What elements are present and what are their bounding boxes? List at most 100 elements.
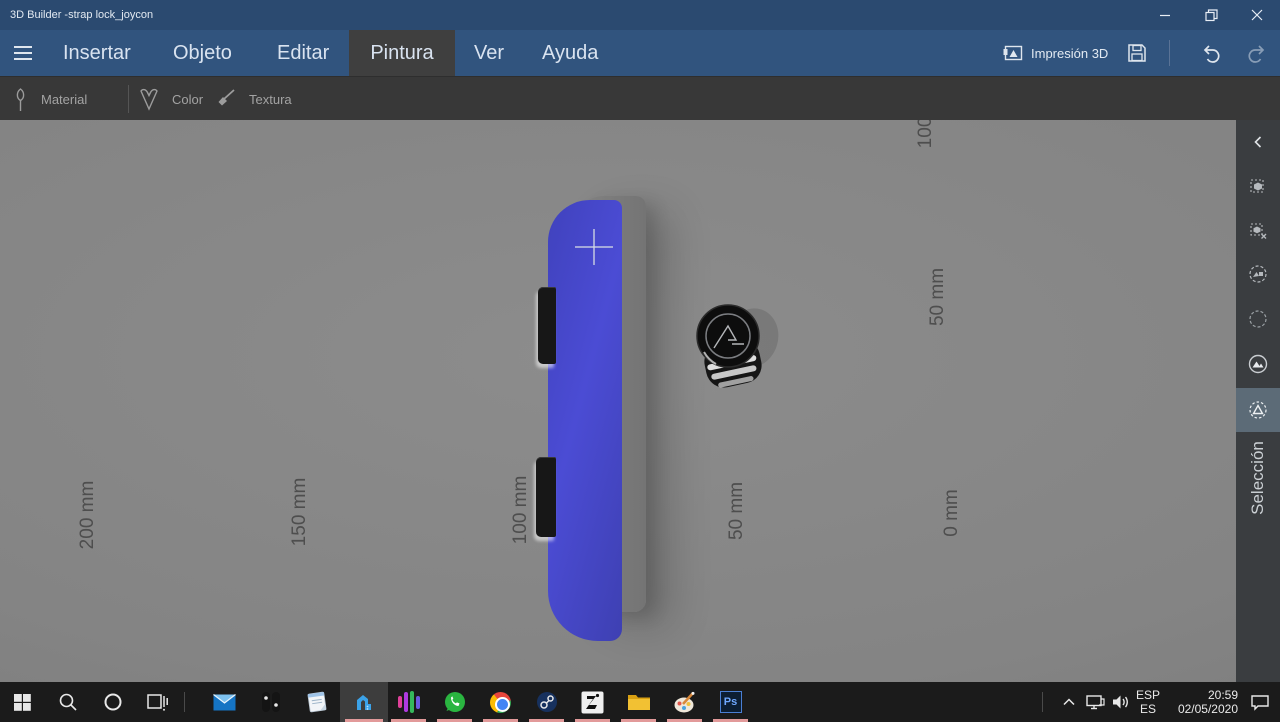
taskbar-app-media[interactable] [386,682,431,722]
taskbar-app-photoshop[interactable]: Ps [708,682,753,722]
tray-show-hidden-button[interactable] [1056,682,1082,722]
menu-item-ayuda[interactable]: Ayuda [542,30,598,76]
axis-label-50mm-right: 50 mm [927,267,948,327]
tray-clock[interactable]: 20:59 02/05/2020 [1166,682,1238,722]
color-label: Color [172,91,204,107]
mail-app-icon [213,693,236,710]
selection-sidebar: Selección [1236,120,1280,682]
joycon-rail-button-top[interactable] [538,287,556,364]
menu-item-pintura-active[interactable]: Pintura [349,30,455,76]
cortana-icon [104,693,121,711]
media-app-icon [397,690,420,714]
minimize-icon [1160,14,1170,17]
network-icon [1086,695,1105,710]
tray-language-selector[interactable]: ESP ES [1132,682,1164,722]
steam-app-icon [536,692,557,712]
tray-volume-button[interactable] [1106,682,1134,722]
notepad-app-icon [307,691,326,713]
taskbar-app-notepad[interactable] [294,682,339,722]
taskbar-search-button[interactable] [45,682,90,722]
photoshop-label: Ps [723,696,738,708]
photoshop-app-icon: Ps [719,691,742,713]
hamburger-menu-button[interactable] [12,44,34,62]
taskbar-app-steam[interactable] [524,682,569,722]
select-all-cubes-icon [1249,178,1264,193]
paint-toolbar: Material Color Textura [0,76,1280,120]
taskbar-app-paint-3d[interactable] [662,682,707,722]
joycon-model-blue-face[interactable] [548,200,622,641]
paint-selected-tool[interactable] [1236,346,1280,382]
joycon-rail-button-bottom[interactable] [536,457,556,537]
taskbar-app-whatsapp[interactable] [432,682,477,722]
triangle-selection-tool-selected[interactable] [1236,388,1280,432]
deselect-cubes-icon [1249,222,1266,239]
toolbar-separator [128,85,129,113]
floor-label-0mm: 0 mm [941,489,962,537]
material-label: Material [41,91,88,107]
collapse-panel-button[interactable] [1236,124,1280,160]
close-button[interactable] [1234,0,1280,30]
color-button[interactable]: Color [138,77,203,121]
empty-selection-tool[interactable] [1236,301,1280,337]
empty-circle-icon [1249,310,1267,328]
action-center-button[interactable] [1240,682,1280,722]
window-controls [1142,0,1280,30]
paint-scene-tool[interactable] [1236,256,1280,292]
taskbar-app-file-explorer[interactable] [616,682,661,722]
close-icon [1251,9,1263,21]
menu-item-insertar[interactable]: Insertar [63,30,131,76]
redo-button[interactable] [1246,30,1268,76]
menu-item-ver[interactable]: Ver [474,30,504,76]
start-button[interactable] [0,682,45,722]
menu-item-objeto[interactable]: Objeto [173,30,232,76]
paint-crosshair-cursor [575,229,613,265]
floor-label-200mm: 200 mm [77,480,98,550]
minimize-button[interactable] [1142,0,1188,30]
task-view-icon [146,694,168,711]
redo-icon [1248,45,1265,63]
tray-time: 20:59 [1207,688,1238,702]
taskbar-app-3d-builder-active[interactable] [340,682,388,722]
print-3d-button[interactable]: Impresión 3D [1003,30,1108,76]
floor-label-150mm: 150 mm [289,477,310,547]
strap-lock-model[interactable] [686,294,782,406]
tray-network-button[interactable] [1082,682,1108,722]
paint-3d-app-icon [674,691,695,712]
save-button[interactable] [1127,30,1147,76]
triangle-selection-icon [1249,401,1267,419]
3d-viewport-canvas[interactable]: 200 mm 150 mm 100 mm 50 mm 0 mm 50 mm 10… [0,120,1236,682]
taskbar-separator [184,692,185,712]
taskbar-app-zbrush[interactable] [570,682,615,722]
task-view-button[interactable] [135,682,180,722]
volume-icon [1113,695,1128,709]
paint-scene-sphere-icon [1249,265,1267,283]
menu-item-pintura-label: Pintura [370,42,434,64]
language-code: ESP [1135,688,1160,702]
texture-button[interactable]: Textura [215,77,292,121]
material-button[interactable]: Material [12,77,87,121]
print-3d-icon [1003,45,1023,61]
search-icon [59,693,77,711]
titlebar: 3D Builder -strap lock_joycon [0,0,1280,30]
taskbar-app-switch-joycon[interactable] [248,682,293,722]
color-drop-icon [140,88,158,111]
taskbar-app-chrome[interactable] [478,682,523,722]
select-all-tool[interactable] [1236,167,1280,203]
axis-label-100mm-clipped: 100 mm [915,120,937,148]
chevron-up-icon [1063,698,1075,706]
chrome-app-icon [490,691,511,713]
3d-builder-window: 3D Builder -strap lock_joycon Insertar O… [0,0,1280,722]
save-icon [1128,44,1146,62]
menu-separator [1169,40,1170,66]
undo-button[interactable] [1200,30,1222,76]
zbrush-app-icon [581,691,604,713]
menu-item-editar[interactable]: Editar [277,30,329,76]
floor-label-100mm: 100 mm [510,475,531,545]
texture-label: Textura [249,91,292,107]
deselect-all-tool[interactable] [1236,212,1280,248]
print-3d-label: Impresión 3D [1031,45,1109,61]
taskbar-app-mail[interactable] [202,682,247,722]
restore-button[interactable] [1188,0,1234,30]
restore-icon [1204,8,1218,21]
cortana-button[interactable] [90,682,135,722]
